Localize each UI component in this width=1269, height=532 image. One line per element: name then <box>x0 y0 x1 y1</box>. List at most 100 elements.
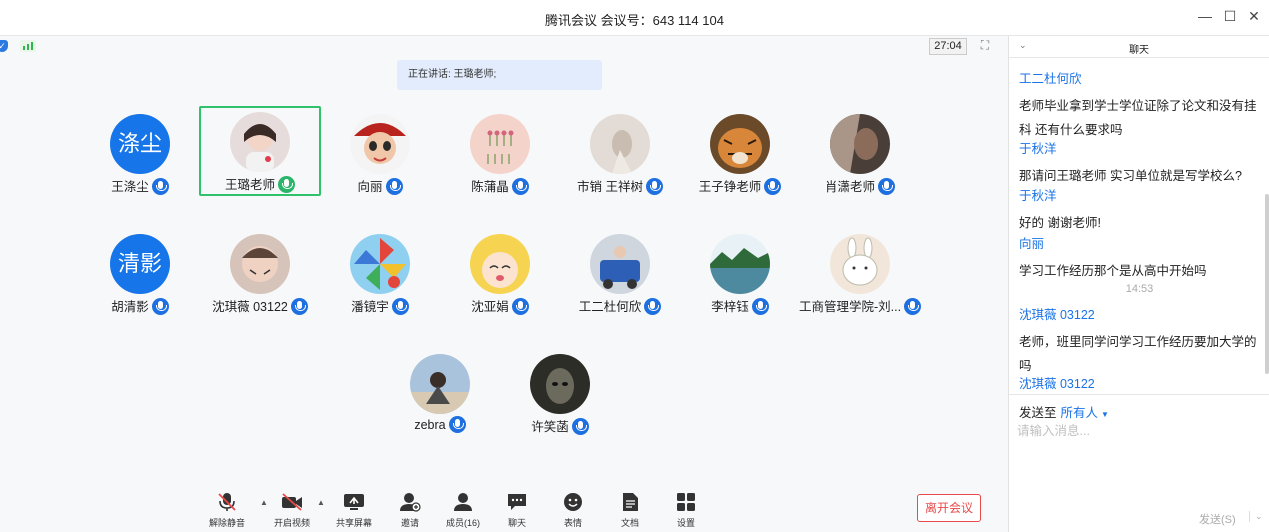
close-icon[interactable]: ✕ <box>1244 8 1264 25</box>
message-sender[interactable]: 沈琪薇 03122 <box>1019 304 1264 323</box>
participant-tile-active[interactable]: 王璐老师 <box>199 106 321 196</box>
send-to-selector[interactable]: 发送至 所有人 ▼ <box>1019 402 1109 421</box>
message-sender[interactable]: 向丽 <box>1019 233 1264 252</box>
start-video-label: 开启视频 <box>273 518 310 528</box>
message-input[interactable] <box>1017 421 1262 441</box>
chat-icon <box>508 494 526 510</box>
chat-button[interactable]: 聊天 <box>491 492 543 529</box>
participant-tile[interactable]: 陈蒲晶 <box>439 106 561 196</box>
settings-label: 设置 <box>676 518 695 528</box>
avatar <box>470 234 530 294</box>
send-button[interactable]: 发送(S) <box>1199 511 1236 527</box>
message-text: 老师毕业拿到学士学位证除了论文和没有挂科 还有什么要求吗 <box>1019 99 1257 137</box>
fullscreen-icon[interactable]: ⛶ <box>977 38 993 54</box>
members-button[interactable]: 成员(16) <box>437 492 489 529</box>
participant-tile[interactable]: 工二杜何欣 <box>559 226 681 316</box>
avatar-photo <box>830 114 890 174</box>
avatar <box>470 114 530 174</box>
emoji-button[interactable]: 表情 <box>547 492 599 529</box>
dropdown-caret-icon[interactable]: ▼ <box>1101 410 1109 419</box>
participant-name: 许笑菡 <box>531 420 569 434</box>
participant-tile[interactable]: 许笑菡 <box>499 346 621 436</box>
share-screen-label: 共享屏幕 <box>335 518 372 528</box>
message-sender[interactable]: 于秋洋 <box>1019 138 1264 157</box>
speaking-indicator: 正在讲话: 王璐老师; <box>397 60 602 90</box>
mic-icon <box>645 178 663 195</box>
mic-icon <box>448 416 466 433</box>
message-sender[interactable]: 工二杜何欣 <box>1019 68 1264 87</box>
participant-name: 王璐老师 <box>224 178 275 192</box>
docs-button[interactable]: 文档 <box>604 492 656 529</box>
participant-name: 王子铮老师 <box>698 180 762 194</box>
participant-tile[interactable]: 沈琪薇 03122 <box>199 226 321 316</box>
mic-icon <box>391 298 409 315</box>
signal-icon[interactable] <box>20 40 36 52</box>
avatar-photo <box>530 354 590 414</box>
start-video-button[interactable]: 开启视频 <box>266 492 318 529</box>
mic-icon <box>151 178 169 195</box>
participant-name: 市销 王祥树 <box>577 180 643 194</box>
minimize-icon[interactable]: — <box>1195 8 1215 24</box>
emoji-icon <box>564 493 582 511</box>
participant-tile[interactable]: 市销 王祥树 <box>559 106 681 196</box>
participant-tile[interactable]: 向丽 <box>319 106 441 196</box>
chat-header: ⌄ 聊天 <box>1009 36 1269 58</box>
mic-icon <box>511 298 529 315</box>
mic-icon <box>751 298 769 315</box>
mic-icon <box>290 298 308 315</box>
docs-label: 文档 <box>620 518 639 528</box>
grid-settings-icon <box>677 493 695 511</box>
avatar-photo <box>710 234 770 294</box>
chat-timestamp: 14:53 <box>1125 283 1154 295</box>
participant-tile[interactable]: 工商管理学院-刘... <box>799 226 922 316</box>
camera-off-icon <box>282 493 302 511</box>
members-label: 成员(16) <box>445 518 480 528</box>
chat-panel: ⌄ 聊天 工二杜何欣 老师毕业拿到学士学位证除了论文和没有挂科 还有什么要求吗 … <box>1008 36 1269 532</box>
participant-tile[interactable]: 肖潇老师 <box>799 106 921 196</box>
avatar-photo <box>710 114 770 174</box>
chat-message: 于秋洋 好的 谢谢老师! <box>1019 185 1264 235</box>
settings-button[interactable]: 设置 <box>660 492 712 529</box>
message-text: 老师，班里同学问学习工作经历要加大学的吗 <box>1019 335 1257 373</box>
video-options-caret-icon[interactable]: ▲ <box>317 498 325 507</box>
message-sender[interactable]: 于秋洋 <box>1019 185 1264 204</box>
participant-tile[interactable]: 清影 胡清影 <box>79 226 201 316</box>
avatar-photo <box>830 234 890 294</box>
chat-scrollbar[interactable] <box>1265 194 1269 374</box>
maximize-icon[interactable]: ☐ <box>1220 8 1240 25</box>
unmute-button[interactable]: 解除静音 <box>201 492 253 529</box>
avatar: 清影 <box>110 234 170 294</box>
participant-tile[interactable]: 潘镜宇 <box>319 226 441 316</box>
share-screen-button[interactable]: 共享屏幕 <box>328 492 380 529</box>
avatar-photo <box>590 234 650 294</box>
avatar: 涤尘 <box>110 114 170 174</box>
mic-icon <box>385 178 403 195</box>
participant-name: 胡清影 <box>111 300 149 314</box>
chat-message: 于秋洋 那请问王璐老师 实习单位就是写学校么? <box>1019 138 1264 188</box>
leave-meeting-button[interactable]: 离开会议 <box>917 494 981 522</box>
message-sender[interactable]: 沈琪薇 03122 <box>1019 373 1264 392</box>
meeting-timer: 27:04 <box>929 38 967 55</box>
invite-button[interactable]: 邀请 <box>384 492 436 529</box>
participant-tile[interactable]: 涤尘 王涤尘 <box>79 106 201 196</box>
invite-label: 邀请 <box>400 518 419 528</box>
send-options-chevron-icon[interactable]: ⌄ <box>1249 511 1263 522</box>
avatar <box>830 234 890 294</box>
participant-name: 工商管理学院-刘... <box>799 300 902 314</box>
participant-tile[interactable]: 沈亚娟 <box>439 226 561 316</box>
participant-tile[interactable]: zebra <box>379 346 501 436</box>
participant-name: 沈亚娟 <box>471 300 509 314</box>
mic-icon <box>764 178 782 195</box>
participant-tile[interactable]: 李梓钰 <box>679 226 801 316</box>
avatar <box>830 114 890 174</box>
shield-icon[interactable]: ✓ <box>0 40 8 52</box>
chat-messages[interactable]: 工二杜何欣 老师毕业拿到学士学位证除了论文和没有挂科 还有什么要求吗 于秋洋 那… <box>1009 59 1269 394</box>
avatar <box>410 354 470 414</box>
status-strip: ✓ 27:04 ⛶ <box>0 36 1008 56</box>
avatar-photo <box>350 234 410 294</box>
message-text: 学习工作经历那个是从高中开始吗 <box>1019 264 1207 278</box>
chat-message: 向丽 学习工作经历那个是从高中开始吗 <box>1019 233 1264 283</box>
avatar <box>230 234 290 294</box>
participant-tile[interactable]: 王子铮老师 <box>679 106 801 196</box>
send-to-value[interactable]: 所有人 <box>1061 406 1099 420</box>
